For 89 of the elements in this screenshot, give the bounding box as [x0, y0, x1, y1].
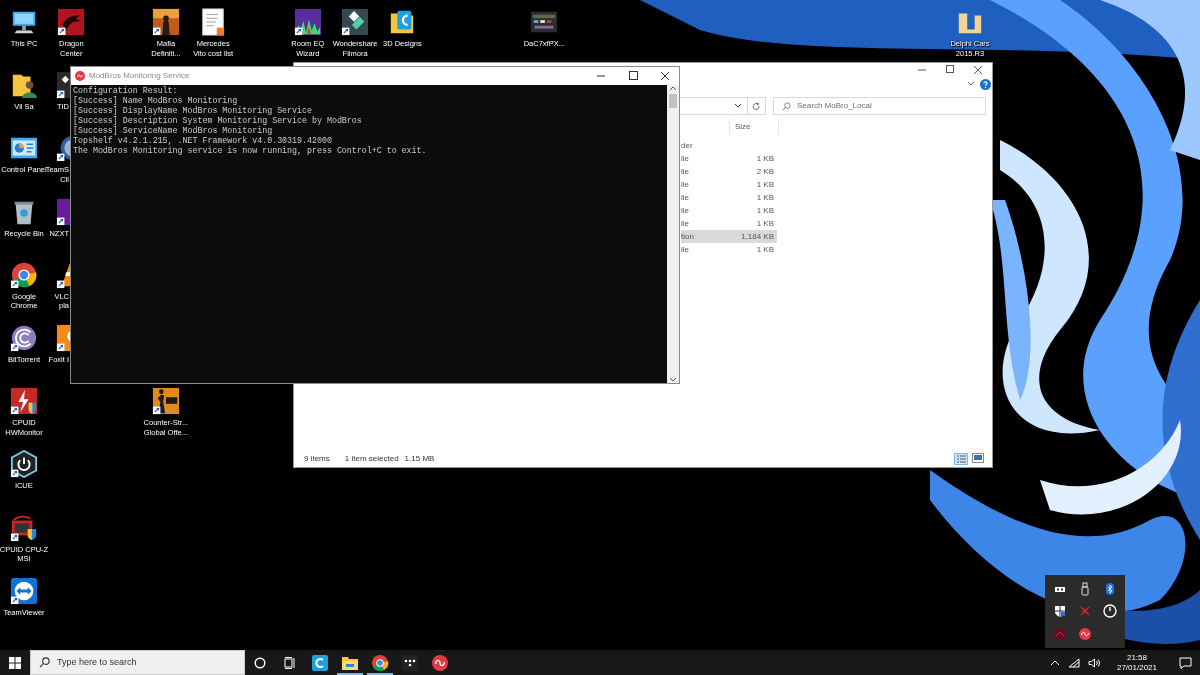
file-row[interactable]: ile 1 KB: [681, 191, 777, 204]
console-line: [Success] Name ModBros Monitoring: [73, 96, 239, 106]
scroll-thumb[interactable]: [669, 94, 677, 108]
table-cell-text: 1 KB: [755, 191, 775, 204]
table-cell-text: ile: [681, 178, 690, 191]
chevron-up-icon[interactable]: [1049, 658, 1060, 667]
dropdown-icon[interactable]: [734, 103, 742, 109]
console-line: Topshelf v4.2.1.215, .NET Framework v4.0.30319.42000: [73, 136, 333, 146]
search-input[interactable]: Type here to search: [57, 655, 227, 670]
console-line: The ModBros Monitoring service is now running, press Control+C to exit.: [73, 146, 428, 156]
file-row[interactable]: ile 1 KB: [681, 152, 777, 165]
notifications-icon[interactable]: [1179, 656, 1192, 669]
task-view-icon[interactable]: [284, 656, 296, 669]
file-row[interactable]: der: [681, 139, 777, 152]
chip-icon[interactable]: [10, 513, 38, 542]
table-cell-text: ile: [681, 152, 690, 165]
browser-icon[interactable]: [371, 653, 389, 672]
maximize-icon: [944, 65, 956, 75]
refresh-icon[interactable]: [752, 101, 761, 111]
table-cell-text: 1 KB: [755, 204, 775, 217]
chevron-down-icon[interactable]: [967, 81, 975, 87]
large-icons-view-icon[interactable]: [972, 453, 984, 463]
close-icon: [972, 65, 984, 75]
status-text: 1.15 MB: [404, 453, 435, 465]
table-cell-text: ile: [681, 243, 690, 256]
file-row[interactable]: ile 1 KB: [681, 204, 777, 217]
file-row[interactable]: ile 1 KB: [681, 217, 777, 230]
time-text: 21:58: [1125, 652, 1148, 663]
status-text: 9 items: [304, 453, 330, 465]
table-cell-text: 1 KB: [755, 243, 775, 256]
file-row[interactable]: ile 2 KB: [681, 165, 777, 178]
table-cell-text: 1 KB: [755, 178, 775, 191]
network-icon[interactable]: [1067, 657, 1080, 668]
search-icon: [39, 657, 50, 668]
clock[interactable]: 21:58 27/01/2021: [1112, 650, 1161, 675]
window-title: ModBros Monitoring Service: [89, 70, 191, 82]
shapes-icon[interactable]: [341, 8, 370, 36]
column-header[interactable]: Size: [729, 119, 779, 135]
scroll-down-icon[interactable]: [669, 375, 677, 383]
poster-icon[interactable]: [151, 8, 180, 36]
maximize-icon: [627, 71, 639, 81]
game-icon[interactable]: [151, 387, 180, 416]
app-icon: [75, 71, 85, 81]
swirl-icon[interactable]: [10, 324, 38, 352]
table-cell-text: der: [681, 139, 694, 152]
circle-icon[interactable]: [254, 656, 266, 669]
console-line: [Success] ServiceName ModBros Monitoring: [73, 126, 274, 136]
table-cell-text: tion: [681, 230, 695, 243]
dots-icon[interactable]: [401, 653, 419, 672]
dragon-icon[interactable]: [57, 8, 86, 36]
table-cell-text: 1 KB: [755, 217, 775, 230]
search-icon: [782, 101, 791, 111]
console-line: [Success] DisplayName ModBros Monitoring Service: [73, 106, 313, 116]
table-cell-text: ile: [681, 165, 690, 178]
volume-icon[interactable]: [1087, 657, 1101, 668]
search-input[interactable]: Search MoBro_Local: [797, 100, 967, 112]
console-line: Configuration Result:: [73, 86, 179, 96]
windows-icon: [9, 656, 21, 669]
spectrum-icon[interactable]: [293, 8, 322, 36]
app-icon[interactable]: [311, 653, 329, 672]
usb-drive-icon[interactable]: [1078, 582, 1092, 597]
date-text: 27/01/2021: [1116, 662, 1157, 673]
scrollbar[interactable]: [667, 85, 679, 383]
console-line: [Success] Description System Monitoring Service by ModBros: [73, 116, 363, 126]
table-cell-text: 2 KB: [755, 165, 775, 178]
table-cell-text: ile: [681, 217, 690, 230]
square-app-icon[interactable]: [1053, 626, 1068, 641]
browser-icon[interactable]: [10, 260, 38, 289]
search-field[interactable]: Search MoBro_Local: [773, 97, 986, 115]
table-cell-text: ile: [681, 191, 690, 204]
table-cell-text: ile: [681, 204, 690, 217]
file-row[interactable]: ile 1 KB: [681, 243, 777, 256]
app-icon[interactable]: [56, 197, 70, 226]
close-icon: [659, 71, 671, 81]
power-icon[interactable]: [10, 450, 38, 479]
shield-icon[interactable]: [1053, 604, 1068, 619]
help-icon[interactable]: [979, 78, 991, 90]
table-cell-text: 1 KB: [755, 152, 775, 165]
app-icon[interactable]: [56, 71, 70, 100]
search-field[interactable]: Type here to search: [30, 650, 245, 675]
file-row[interactable]: ile 1 KB: [681, 178, 777, 191]
app-icon[interactable]: [56, 324, 70, 352]
file-row[interactable]: tion 1,184 KB: [681, 230, 777, 243]
status-text: 1 item selected: [344, 453, 399, 465]
app-icon[interactable]: [1078, 626, 1092, 641]
scroll-up-icon[interactable]: [669, 85, 677, 93]
app-icon[interactable]: [431, 653, 449, 672]
table-cell-text: 1,184 KB: [740, 230, 775, 243]
lightning-icon[interactable]: [10, 387, 38, 416]
